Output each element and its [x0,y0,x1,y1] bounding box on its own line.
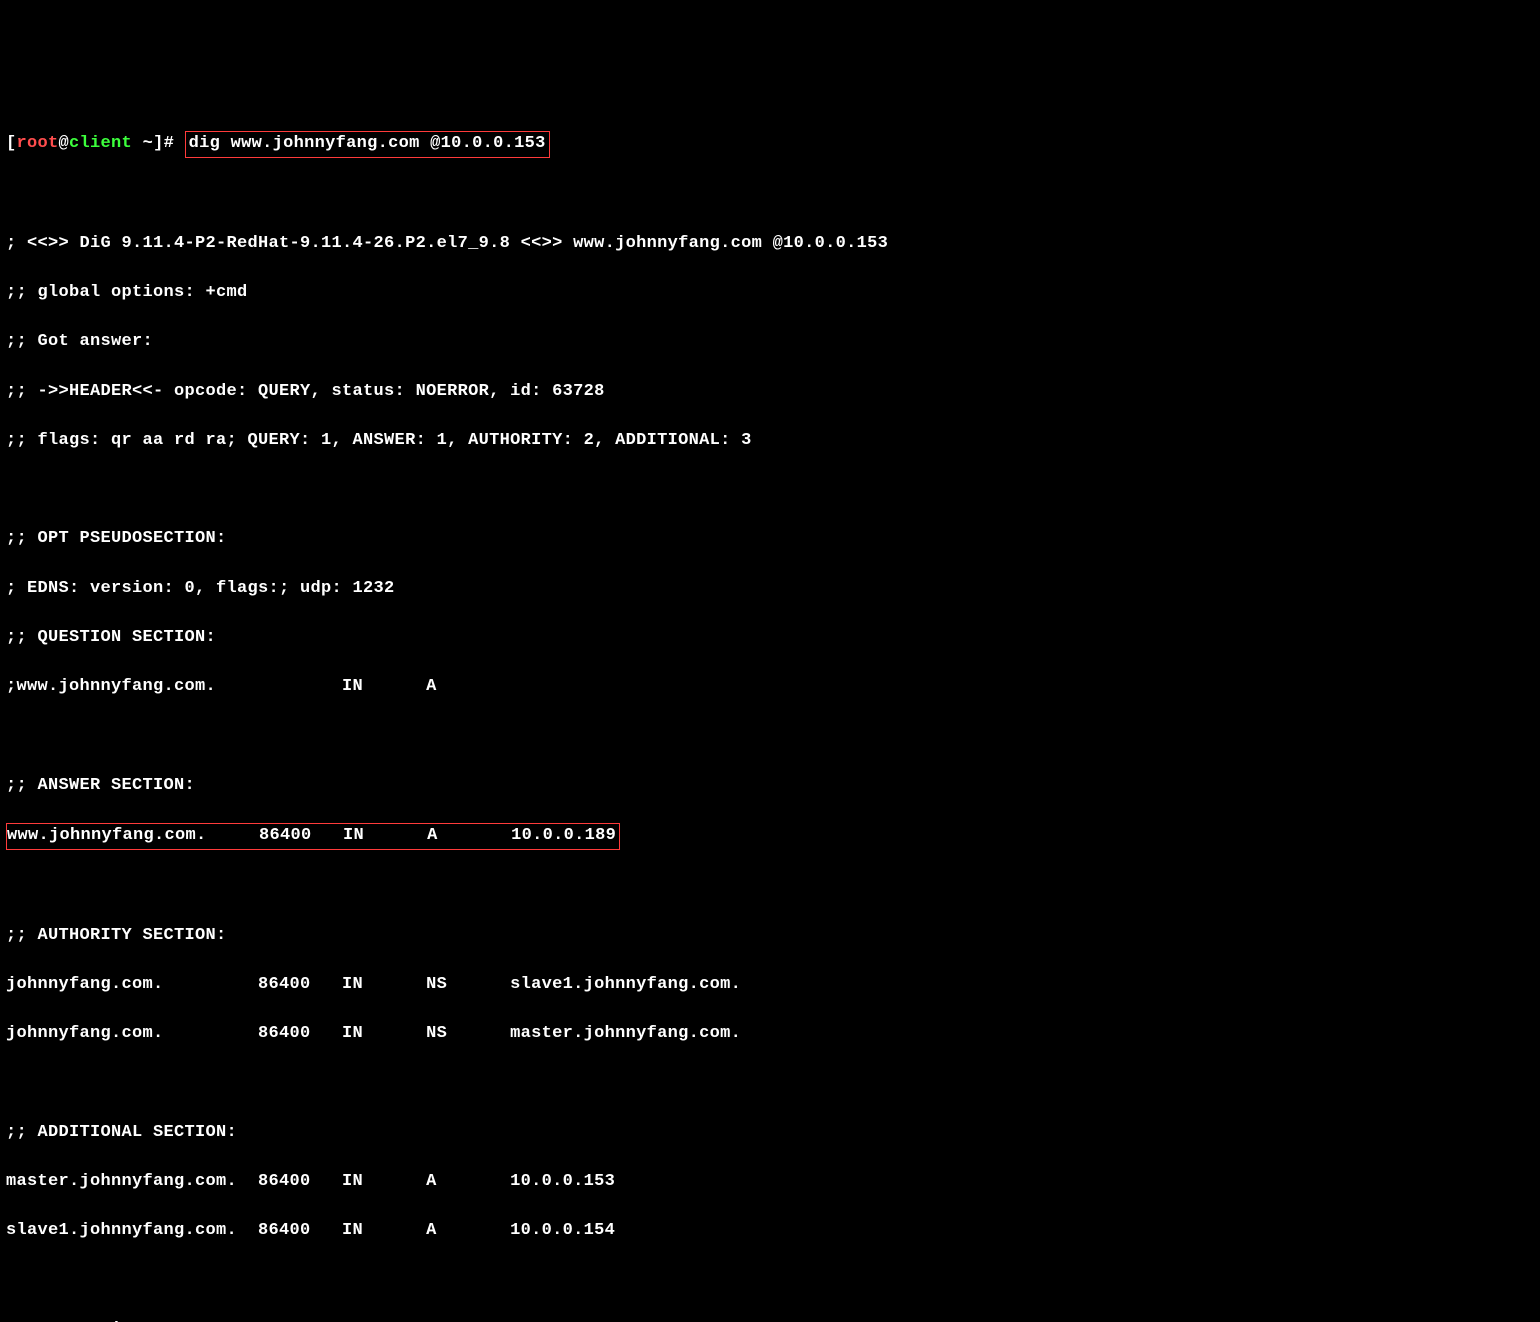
command-highlight: dig www.johnnyfang.com @10.0.0.153 [185,131,550,158]
question-section-header: ;; QUESTION SECTION: [6,626,1534,651]
flags-line: ;; flags: qr aa rd ra; QUERY: 1, ANSWER:… [6,429,1534,454]
additional-record: master.johnnyfang.com. 86400 IN A 10.0.0… [6,1170,1534,1195]
prompt-close-bracket: ] [153,134,164,153]
blank-line [6,182,1534,207]
blank-line [6,478,1534,503]
blank-line [6,725,1534,750]
prompt-at: @ [59,134,70,153]
additional-record: slave1.johnnyfang.com. 86400 IN A 10.0.0… [6,1219,1534,1244]
got-answer-line: ;; Got answer: [6,330,1534,355]
prompt-host: client [69,134,132,153]
terminal-output: [root@client ~]# dig www.johnnyfang.com … [6,107,1534,1322]
additional-section-header: ;; ADDITIONAL SECTION: [6,1121,1534,1146]
blank-line [6,1072,1534,1097]
answer-record: www.johnnyfang.com. 86400 IN A 10.0.0.18… [7,826,616,845]
authority-section-header: ;; AUTHORITY SECTION: [6,924,1534,949]
answer-record-line: www.johnnyfang.com. 86400 IN A 10.0.0.18… [6,823,1534,850]
blank-line [6,1269,1534,1294]
prompt-user: root [17,134,59,153]
header-line: ;; ->>HEADER<<- opcode: QUERY, status: N… [6,380,1534,405]
question-record: ;www.johnnyfang.com. IN A [6,675,1534,700]
prompt-open-bracket: [ [6,134,17,153]
answer-section-header: ;; ANSWER SECTION: [6,774,1534,799]
answer-highlight: www.johnnyfang.com. 86400 IN A 10.0.0.18… [6,823,620,850]
dig-version-line: ; <<>> DiG 9.11.4-P2-RedHat-9.11.4-26.P2… [6,232,1534,257]
prompt-line[interactable]: [root@client ~]# dig www.johnnyfang.com … [6,131,1534,158]
edns-line: ; EDNS: version: 0, flags:; udp: 1232 [6,577,1534,602]
prompt-hash: # [164,134,185,153]
authority-record: johnnyfang.com. 86400 IN NS master.johnn… [6,1022,1534,1047]
query-time-line: ;; Query time: 0 msec [6,1318,1534,1322]
opt-pseudosection-header: ;; OPT PSEUDOSECTION: [6,527,1534,552]
global-options-line: ;; global options: +cmd [6,281,1534,306]
blank-line [6,874,1534,899]
command-text: dig www.johnnyfang.com @10.0.0.153 [189,134,546,153]
authority-record: johnnyfang.com. 86400 IN NS slave1.johnn… [6,973,1534,998]
prompt-path: ~ [132,134,153,153]
